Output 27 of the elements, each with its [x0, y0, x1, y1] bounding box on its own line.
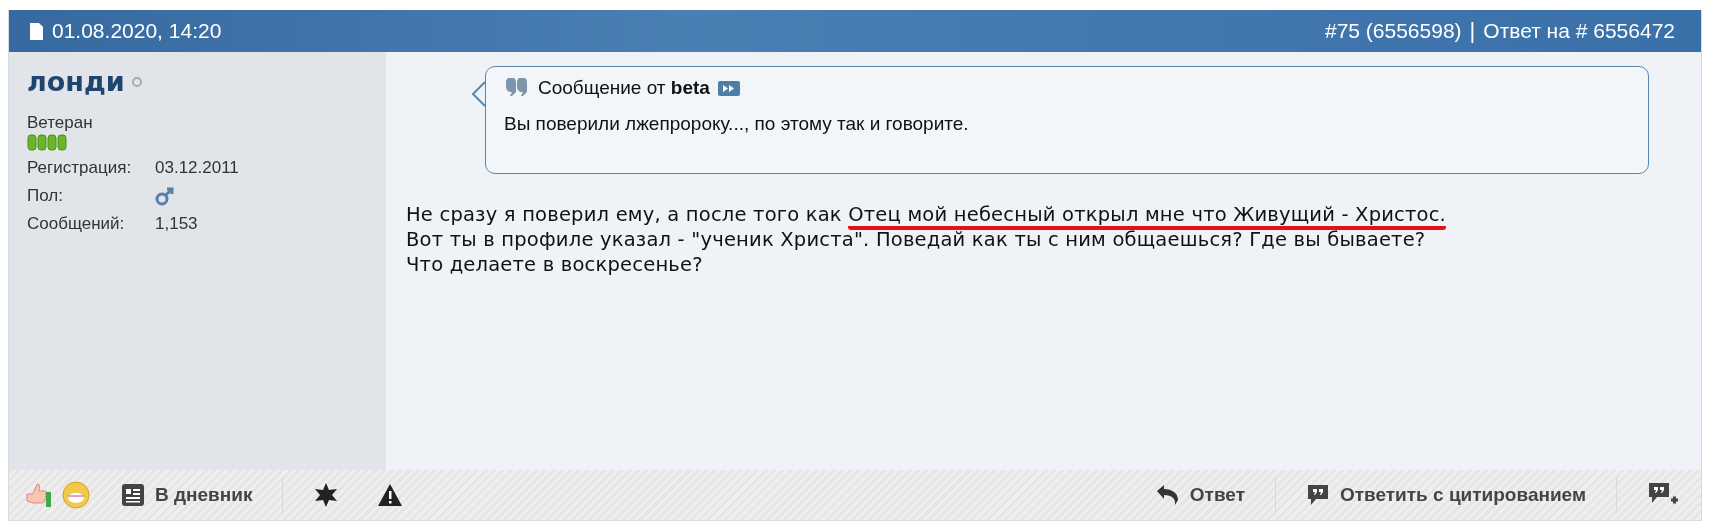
info-value: 1,153 [155, 214, 198, 234]
separator-text: | [1469, 18, 1476, 44]
info-value: 03.12.2011 [155, 158, 239, 178]
reply-button[interactable]: Ответ [1145, 477, 1253, 513]
male-symbol-icon [155, 186, 175, 206]
post-date: 01.08.2020, 14:20 [52, 19, 222, 43]
username-link[interactable]: лонди [27, 66, 125, 97]
quote-attribution: Сообщение от beta [538, 77, 710, 99]
warning-icon [377, 483, 404, 507]
reputation-icon [27, 134, 69, 151]
quote-text: Вы поверили лжепророку..., по этому так и говорите. [504, 113, 970, 135]
reply-to-link[interactable]: Ответ на # 6556472 [1483, 19, 1675, 43]
view-post-icon[interactable] [717, 80, 740, 96]
newspaper-icon [121, 483, 145, 507]
quote-bubble-icon [1306, 483, 1330, 507]
star-icon [313, 482, 340, 508]
info-label: Регистрация: [27, 158, 133, 178]
diary-button[interactable]: В дневник [113, 477, 261, 513]
post-text: Не сразу я поверил ему, а после того как Отец мой небесный открыл мне что Живущий - Христос. Вот ты в профиле указал - "ученик Христа". Поведай как ты с ним общаешься? Где вы бываете? Что делаете в воскресенье? [406, 202, 1448, 277]
post-number-link[interactable]: #75 (6556598) [1324, 19, 1462, 43]
thumbs-up-icon[interactable] [23, 480, 53, 510]
info-label: Сообщений: [27, 214, 126, 234]
quote-marks-icon [504, 78, 530, 98]
quote-reply-button[interactable]: Ответить с цитированием [1298, 477, 1594, 513]
rank-title: Ветеран [27, 113, 94, 133]
info-label: Пол: [27, 186, 64, 206]
document-icon [29, 21, 44, 41]
